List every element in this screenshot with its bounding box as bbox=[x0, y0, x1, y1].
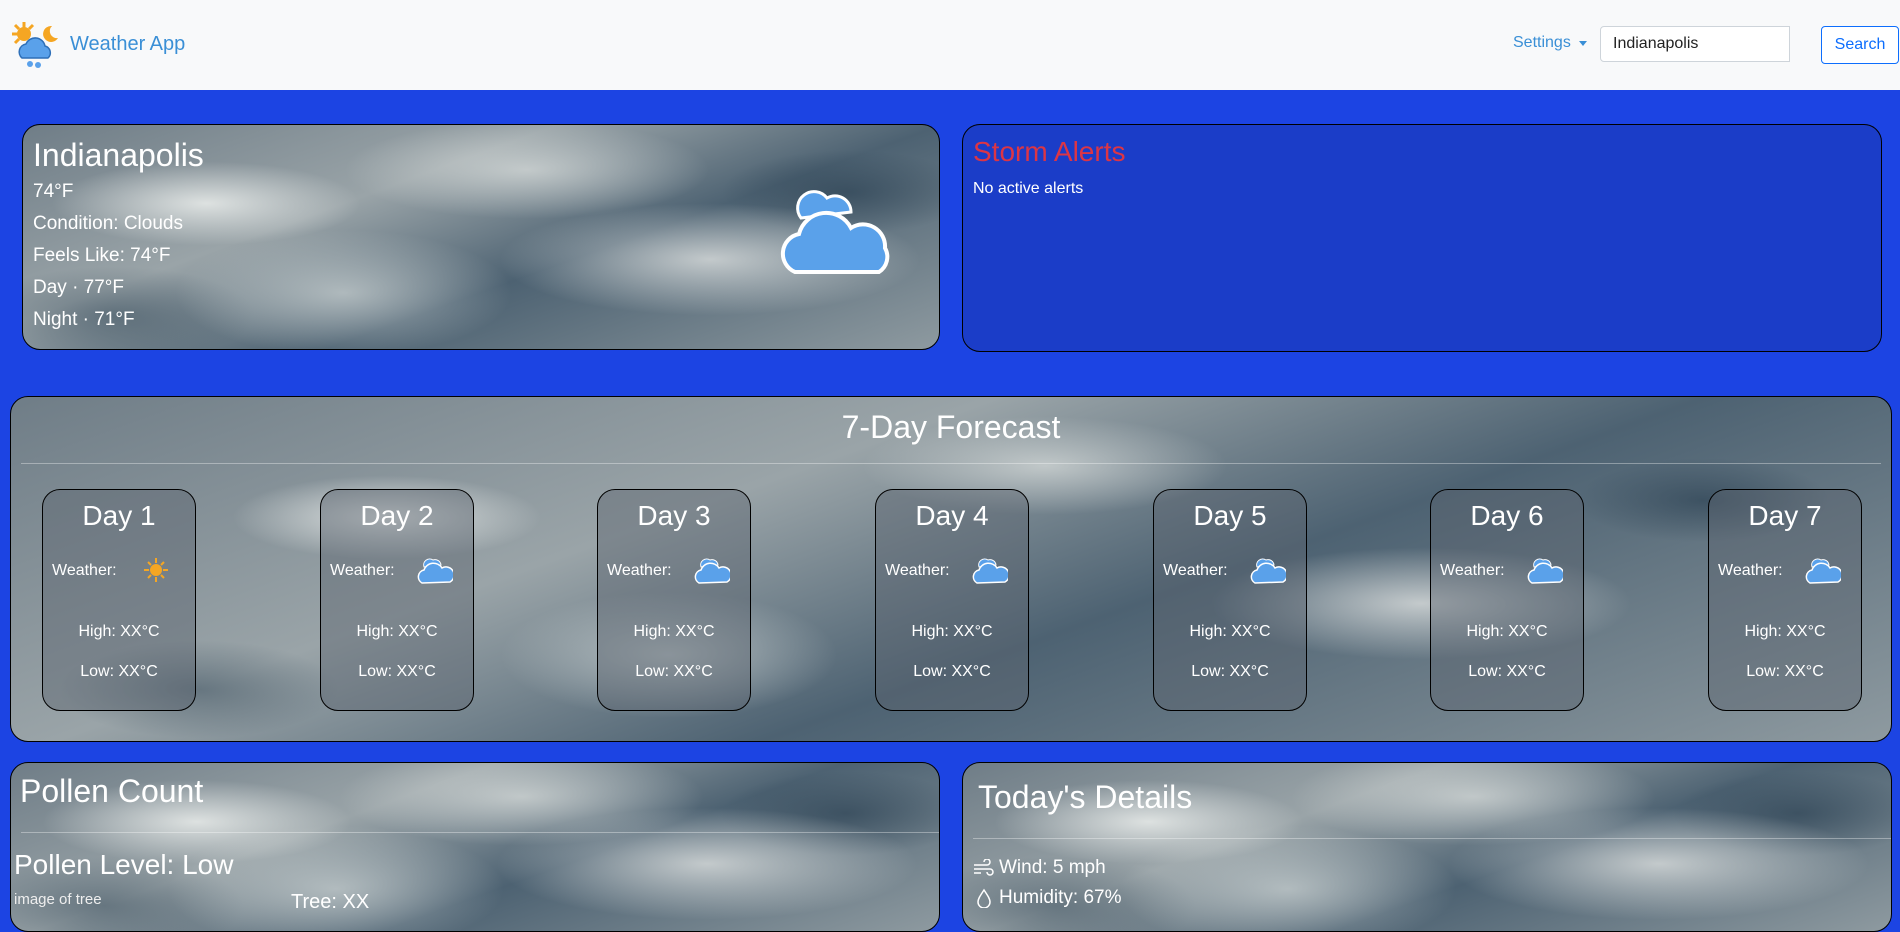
cloud-icon bbox=[1250, 558, 1286, 584]
feels-like: Feels Like: 74°F bbox=[33, 245, 171, 266]
day-high: High: XX°C bbox=[633, 623, 715, 640]
day-high: High: XX°C bbox=[1744, 623, 1826, 640]
current-weather-card: Indianapolis 74°F Condition: Clouds Feel… bbox=[22, 124, 940, 350]
day-low: Low: XX°C bbox=[913, 663, 991, 680]
weather-label: Weather: bbox=[1440, 562, 1505, 579]
divider bbox=[973, 838, 1891, 839]
search-button[interactable]: Search bbox=[1821, 26, 1899, 64]
todays-details-card: Today's Details Wind: 5 mph Humidity: 67… bbox=[962, 762, 1892, 932]
settings-label[interactable]: Settings bbox=[1513, 34, 1571, 52]
night-temp: Night · 71°F bbox=[33, 309, 135, 330]
day-title: Day 3 bbox=[637, 500, 711, 531]
day-low: Low: XX°C bbox=[358, 663, 436, 680]
search-input[interactable] bbox=[1600, 26, 1790, 62]
day-high: High: XX°C bbox=[911, 623, 993, 640]
alerts-title: Storm Alerts bbox=[973, 136, 1126, 167]
forecast-day-card: Day 2 Weather: High: XX°C Low: XX°C bbox=[320, 489, 474, 711]
forecast-day-card: Day 6 Weather: High: XX°C Low: XX°C bbox=[1430, 489, 1584, 711]
tree-image-placeholder: image of tree bbox=[14, 891, 102, 908]
humidity-value: Humidity: 67% bbox=[999, 887, 1122, 908]
forecast-day-card: Day 5 Weather: High: XX°C Low: XX°C bbox=[1153, 489, 1307, 711]
weather-label: Weather: bbox=[1163, 562, 1228, 579]
current-temp: 74°F bbox=[33, 181, 74, 202]
caret-down-icon[interactable] bbox=[1578, 40, 1587, 46]
wind-row: Wind: 5 mph bbox=[973, 857, 1106, 879]
cloud-icon bbox=[417, 558, 453, 584]
weather-label: Weather: bbox=[885, 562, 950, 579]
pollen-title: Pollen Count bbox=[20, 773, 204, 809]
cloud-icon bbox=[1805, 558, 1841, 584]
cloud-icon bbox=[780, 190, 890, 274]
cloud-icon bbox=[972, 558, 1008, 584]
tree-pollen-count: Tree: XX bbox=[291, 891, 370, 913]
alerts-text: No active alerts bbox=[973, 180, 1084, 197]
forecast-day-card: Day 3 Weather: High: XX°C Low: XX°C bbox=[597, 489, 751, 711]
sun-icon bbox=[144, 558, 168, 582]
droplet-icon bbox=[977, 888, 991, 908]
day-title: Day 5 bbox=[1193, 500, 1267, 531]
day-title: Day 4 bbox=[915, 500, 989, 531]
day-low: Low: XX°C bbox=[635, 663, 713, 680]
day-title: Day 2 bbox=[360, 500, 434, 531]
humidity-row: Humidity: 67% bbox=[973, 887, 1122, 909]
wind-value: Wind: 5 mph bbox=[999, 857, 1106, 878]
brand[interactable]: Weather App bbox=[8, 18, 185, 70]
cloud-icon bbox=[694, 558, 730, 584]
navbar: Weather App Settings Search bbox=[0, 0, 1900, 90]
wind-icon bbox=[974, 859, 994, 876]
current-condition: Condition: Clouds bbox=[33, 213, 183, 234]
day-high: High: XX°C bbox=[1466, 623, 1548, 640]
day-low: Low: XX°C bbox=[1191, 663, 1269, 680]
forecast-card: 7-Day Forecast Day 1 Weather: High: XX°C… bbox=[10, 396, 1892, 742]
pollen-level: Pollen Level: Low bbox=[14, 849, 234, 880]
day-title: Day 1 bbox=[82, 500, 156, 531]
weather-logo-icon bbox=[12, 22, 58, 68]
day-high: High: XX°C bbox=[1189, 623, 1271, 640]
brand-title[interactable]: Weather App bbox=[70, 33, 185, 56]
day-low: Low: XX°C bbox=[80, 663, 158, 680]
weather-label: Weather: bbox=[330, 562, 395, 579]
details-title: Today's Details bbox=[978, 779, 1193, 815]
forecast-day-card: Day 7 Weather: High: XX°C Low: XX°C bbox=[1708, 489, 1862, 711]
day-high: High: XX°C bbox=[78, 623, 160, 640]
day-high: High: XX°C bbox=[356, 623, 438, 640]
cloud-icon bbox=[1527, 558, 1563, 584]
forecast-day-card: Day 1 Weather: High: XX°C Low: XX°C bbox=[42, 489, 196, 711]
pollen-card: Pollen Count Pollen Level: Low image of … bbox=[10, 762, 940, 932]
day-temp: Day · 77°F bbox=[33, 277, 125, 298]
day-title: Day 6 bbox=[1470, 500, 1544, 531]
weather-label: Weather: bbox=[52, 562, 117, 579]
forecast-day-card: Day 4 Weather: High: XX°C Low: XX°C bbox=[875, 489, 1029, 711]
divider bbox=[21, 832, 939, 833]
day-title: Day 7 bbox=[1748, 500, 1822, 531]
city-name: Indianapolis bbox=[33, 137, 204, 173]
day-low: Low: XX°C bbox=[1746, 663, 1824, 680]
weather-label: Weather: bbox=[1718, 562, 1783, 579]
settings-dropdown[interactable]: Settings bbox=[1513, 34, 1587, 52]
forecast-title: 7-Day Forecast bbox=[841, 409, 1061, 445]
storm-alerts-card: Storm Alerts No active alerts bbox=[962, 124, 1882, 352]
weather-label: Weather: bbox=[607, 562, 672, 579]
day-low: Low: XX°C bbox=[1468, 663, 1546, 680]
divider bbox=[21, 463, 1881, 464]
